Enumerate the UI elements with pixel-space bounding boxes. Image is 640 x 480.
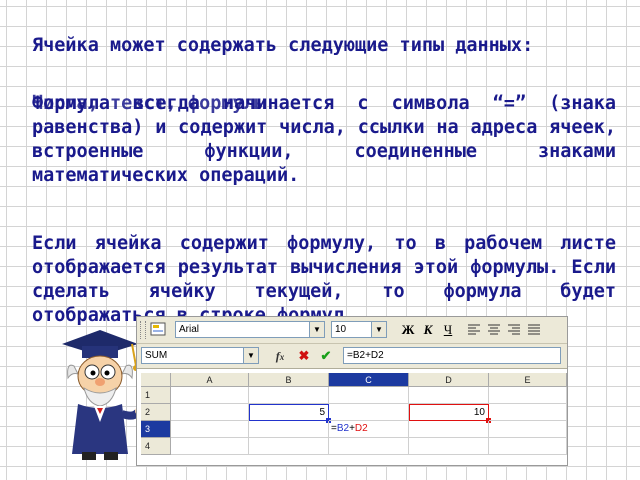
align-center-icon[interactable] — [487, 323, 501, 335]
font-name-combo[interactable]: Arial ▼ — [175, 321, 325, 338]
row-header[interactable]: 2 — [141, 404, 171, 421]
cell-a2[interactable] — [171, 404, 249, 421]
cell-c4[interactable] — [329, 438, 409, 455]
cell-b3[interactable] — [249, 421, 329, 438]
cell-c1[interactable] — [329, 387, 409, 404]
cell-a3[interactable] — [171, 421, 249, 438]
cancel-icon[interactable]: ✖ — [295, 347, 313, 365]
column-header[interactable]: E — [489, 373, 567, 387]
corner-select-all[interactable] — [141, 373, 171, 387]
chevron-down-icon[interactable]: ▼ — [309, 322, 324, 337]
intro-paragraph: Ячейка может содержать следующие типы да… — [32, 35, 534, 56]
font-size-combo[interactable]: 10 ▼ — [331, 321, 387, 338]
cell-b4[interactable] — [249, 438, 329, 455]
toolbar-grip[interactable] — [140, 321, 146, 339]
chevron-down-icon[interactable]: ▼ — [371, 322, 386, 337]
row-header[interactable]: 4 — [141, 438, 171, 455]
function-wizard-icon[interactable]: fx — [271, 347, 289, 365]
cell-e4[interactable] — [489, 438, 567, 455]
cell-e2[interactable] — [489, 404, 567, 421]
spreadsheet-screenshot: Arial ▼ 10 ▼ Ж К Ч SUM ▼ fx ✖ ✔ =B2+D2 A… — [136, 316, 568, 466]
cell-b2-value: 5 — [319, 407, 325, 418]
formula-input[interactable]: =B2+D2 — [343, 347, 561, 364]
font-name-value: Arial — [179, 324, 200, 335]
cell-b1[interactable] — [249, 387, 329, 404]
row-header-selected[interactable]: 3 — [141, 421, 171, 438]
styles-icon[interactable] — [149, 320, 167, 338]
formula-text: =B2+D2 — [347, 350, 384, 361]
cell-d4[interactable] — [409, 438, 489, 455]
column-header[interactable]: D — [409, 373, 489, 387]
cell-d2[interactable]: 10 — [409, 404, 491, 423]
cell-a1[interactable] — [171, 387, 249, 404]
underline-button[interactable]: Ч — [439, 321, 457, 338]
font-size-value: 10 — [335, 324, 347, 335]
chevron-down-icon[interactable]: ▼ — [243, 348, 258, 363]
name-box[interactable]: SUM ▼ — [141, 347, 259, 364]
column-header[interactable]: B — [249, 373, 329, 387]
row-header[interactable]: 1 — [141, 387, 171, 404]
formula-ref-d2: D2 — [354, 423, 368, 434]
column-header-selected[interactable]: C — [329, 373, 409, 387]
cell-e1[interactable] — [489, 387, 567, 404]
bold-button[interactable]: Ж — [399, 321, 417, 338]
result-paragraph: Если ячейка содержит формулу, то в рабоч… — [32, 233, 616, 326]
cell-grid: A B C D E 1 2 3 4 5 10 =B2+D2 — [137, 369, 567, 465]
data-types-overlay: Числа, текст, формулы — [32, 93, 266, 114]
cell-d2-value: 10 — [473, 407, 485, 418]
formula-ref-b2: B2 — [336, 423, 350, 434]
cell-c2[interactable] — [329, 404, 409, 421]
cell-a4[interactable] — [171, 438, 249, 455]
align-justify-icon[interactable] — [527, 323, 541, 335]
formatting-toolbar: Arial ▼ 10 ▼ Ж К Ч — [137, 317, 567, 344]
professor-illustration — [62, 330, 148, 460]
cell-d1[interactable] — [409, 387, 489, 404]
italic-button[interactable]: К — [419, 321, 437, 338]
align-right-icon[interactable] — [507, 323, 521, 335]
cell-d3[interactable] — [409, 421, 489, 438]
formula-bar: SUM ▼ fx ✖ ✔ =B2+D2 — [137, 344, 567, 369]
cell-b2[interactable]: 5 — [249, 404, 331, 423]
cell-c3-editing[interactable]: =B2+D2 — [329, 421, 409, 438]
name-box-value: SUM — [145, 350, 168, 361]
align-left-icon[interactable] — [467, 323, 481, 335]
accept-icon[interactable]: ✔ — [317, 347, 335, 365]
column-header[interactable]: A — [171, 373, 249, 387]
cell-e3[interactable] — [489, 421, 567, 438]
